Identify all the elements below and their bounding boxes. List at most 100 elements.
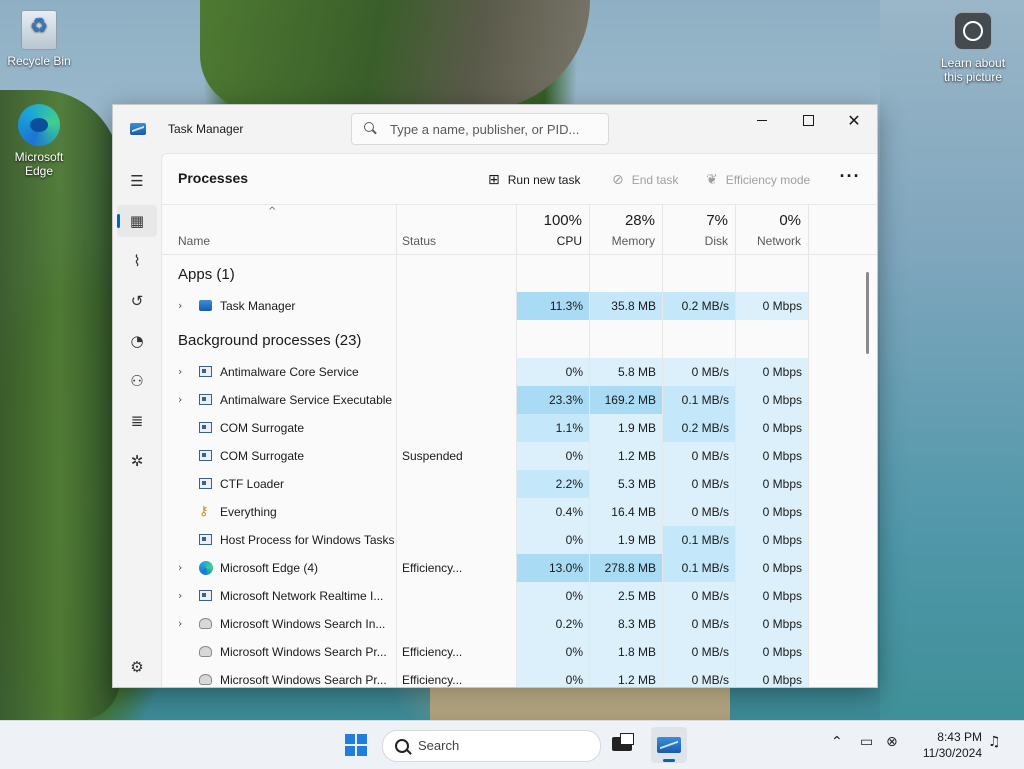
efficiency-mode-button[interactable]: ❦ Efficiency mode xyxy=(706,172,810,188)
network-value: 0 Mbps xyxy=(736,610,808,638)
taskbar-search[interactable]: Search xyxy=(382,730,601,762)
chevron-right-icon[interactable]: › xyxy=(178,610,182,638)
column-header-network[interactable]: Network xyxy=(737,234,801,248)
leaf-icon: ❦ xyxy=(706,172,718,188)
search-icon xyxy=(364,122,374,132)
close-button[interactable]: ✕ xyxy=(831,105,877,135)
table-row[interactable]: › Microsoft Windows Search In... 0.2% 8.3 M… xyxy=(162,610,808,638)
network-total-percent[interactable]: 0% xyxy=(737,212,801,229)
cpu-value: 11.3% xyxy=(517,292,589,320)
table-row[interactable]: › Antimalware Service Executable 23.3% 169.… xyxy=(162,386,808,414)
process-status xyxy=(402,582,514,610)
cpu-value: 0% xyxy=(517,638,589,666)
end-task-button[interactable]: ⊘ End task xyxy=(612,172,678,188)
run-new-task-button[interactable]: ⊞ Run new task xyxy=(488,172,580,188)
process-status xyxy=(402,292,514,320)
nav-app-history[interactable]: ↺ xyxy=(117,285,157,317)
clock[interactable]: 8:43 PM 11/30/2024 xyxy=(918,729,982,761)
cpu-total-percent[interactable]: 100% xyxy=(518,212,582,229)
desktop-icon-learn-picture[interactable]: Learn about this picture xyxy=(938,12,1008,84)
table-row[interactable]: › Antimalware Core Service 0% 5.8 MB 0 MB/s 0… xyxy=(162,358,808,386)
speedometer-icon: ◔ xyxy=(130,332,144,350)
nav-performance[interactable]: ⌇ xyxy=(117,245,157,277)
chevron-right-icon[interactable]: › xyxy=(178,292,182,320)
volume-icon[interactable]: ⊗ xyxy=(886,734,898,750)
disk-value: 0.2 MB/s xyxy=(663,414,735,442)
network-value: 0 Mbps xyxy=(736,386,808,414)
taskbar: Search ⌃ ▭ ⊗ 8:43 PM 11/30/2024 ♫ xyxy=(0,720,1024,769)
windows-logo-icon xyxy=(345,734,355,744)
notification-bell-icon[interactable]: ♫ xyxy=(988,734,1001,750)
task-view-button[interactable] xyxy=(604,727,640,763)
sort-ascending-icon: ^ xyxy=(268,206,277,217)
memory-value: 1.2 MB xyxy=(590,666,662,687)
column-header-disk[interactable]: Disk xyxy=(664,234,728,248)
desktop-icon-edge[interactable]: Microsoft Edge xyxy=(4,104,74,178)
column-header-name[interactable]: Name xyxy=(178,234,210,248)
chevron-right-icon[interactable]: › xyxy=(178,554,182,582)
table-row[interactable]: COM Surrogate Suspended 0% 1.2 MB 0 MB/s 0 Mb… xyxy=(162,442,808,470)
chevron-right-icon[interactable]: › xyxy=(178,582,182,610)
nav-settings[interactable]: ⚙ xyxy=(117,651,157,683)
disk-total-percent[interactable]: 7% xyxy=(664,212,728,229)
table-row[interactable]: › Microsoft Edge (4) Efficiency... 13.0% 278… xyxy=(162,554,808,582)
taskbar-search-label: Search xyxy=(418,738,460,753)
key-icon: ⚷ xyxy=(199,504,209,519)
cpu-value: 0.2% xyxy=(517,610,589,638)
task-manager-icon xyxy=(130,123,146,135)
process-icon xyxy=(199,394,212,405)
column-header-cpu[interactable]: CPU xyxy=(518,234,582,248)
network-value: 0 Mbps xyxy=(736,498,808,526)
chevron-right-icon[interactable]: › xyxy=(178,358,182,386)
table-row[interactable]: › Microsoft Network Realtime I... 0% 2.5 MB… xyxy=(162,582,808,610)
windows-logo-icon xyxy=(357,734,367,744)
hamburger-menu-button[interactable]: ☰ xyxy=(117,165,157,197)
start-button[interactable] xyxy=(345,734,367,756)
show-hidden-icons-button[interactable]: ⌃ xyxy=(831,734,843,750)
more-options-button[interactable]: ··· xyxy=(834,166,866,192)
desktop-icon-recycle-bin[interactable]: Recycle Bin xyxy=(4,10,74,68)
column-header-memory[interactable]: Memory xyxy=(591,234,655,248)
process-name: Host Process for Windows Tasks xyxy=(220,533,395,547)
process-name: Task Manager xyxy=(220,299,296,313)
nav-processes[interactable]: ▦ xyxy=(117,205,157,237)
table-row[interactable]: COM Surrogate 1.1% 1.9 MB 0.2 MB/s 0 Mbps xyxy=(162,414,808,442)
cpu-value: 0.4% xyxy=(517,498,589,526)
search-input[interactable] xyxy=(388,119,602,139)
process-icon xyxy=(199,478,212,489)
network-icon[interactable]: ▭ xyxy=(860,734,873,750)
column-header-status[interactable]: Status xyxy=(402,234,436,248)
table-row[interactable]: Host Process for Windows Tasks 0% 1.9 MB 0.… xyxy=(162,526,808,554)
nav-users[interactable]: ⚇ xyxy=(117,365,157,397)
disk-value: 0.2 MB/s xyxy=(663,292,735,320)
memory-total-percent[interactable]: 28% xyxy=(591,212,655,229)
table-row[interactable]: Microsoft Windows Search Pr... Efficiency… xyxy=(162,666,808,687)
table-row[interactable]: Microsoft Windows Search Pr... Efficiency… xyxy=(162,638,808,666)
minimize-button[interactable] xyxy=(739,105,785,135)
disk-value: 0 MB/s xyxy=(663,470,735,498)
table-row[interactable]: ⚷ Everything 0.4% 16.4 MB 0 MB/s 0 Mbps xyxy=(162,498,808,526)
network-value: 0 Mbps xyxy=(736,292,808,320)
cpu-value: 0% xyxy=(517,582,589,610)
edge-icon xyxy=(18,104,60,146)
process-status xyxy=(402,386,514,414)
nav-details[interactable]: ≣ xyxy=(117,405,157,437)
disk-value: 0 MB/s xyxy=(663,358,735,386)
network-value: 0 Mbps xyxy=(736,582,808,610)
disk-value: 0 MB/s xyxy=(663,442,735,470)
search-box[interactable] xyxy=(351,113,609,145)
new-task-icon: ⊞ xyxy=(488,172,500,188)
network-value: 0 Mbps xyxy=(736,638,808,666)
taskbar-task-manager[interactable] xyxy=(651,727,687,763)
process-status: Efficiency... xyxy=(402,673,463,687)
cpu-value: 0% xyxy=(517,526,589,554)
vertical-scrollbar[interactable] xyxy=(866,272,869,354)
nav-startup-apps[interactable]: ◔ xyxy=(117,325,157,357)
table-row[interactable]: › Task Manager 11.3% 35.8 MB 0.2 MB/s 0 Mbps xyxy=(162,292,808,320)
wallpaper-beach xyxy=(430,688,730,720)
chevron-right-icon[interactable]: › xyxy=(178,386,182,414)
nav-services[interactable]: ✲ xyxy=(117,445,157,477)
maximize-button[interactable] xyxy=(785,105,831,135)
title-bar[interactable]: Task Manager ✕ xyxy=(113,105,877,153)
table-row[interactable]: CTF Loader 2.2% 5.3 MB 0 MB/s 0 Mbps xyxy=(162,470,808,498)
